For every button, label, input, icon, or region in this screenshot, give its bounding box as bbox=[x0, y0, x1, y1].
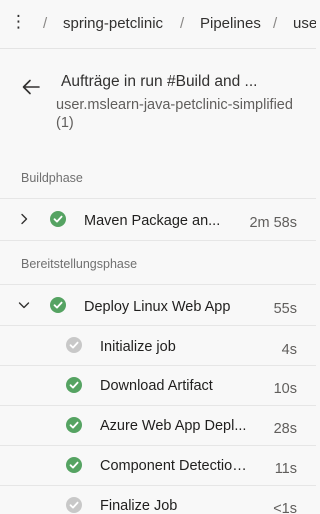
check-circle-icon bbox=[66, 457, 82, 473]
breadcrumb-bar: ⋮ / spring-petclinic / Pipelines / user.… bbox=[0, 0, 316, 48]
job-duration: 2m 58s bbox=[249, 215, 297, 231]
row-divider bbox=[0, 240, 316, 241]
step-duration: <1s bbox=[273, 501, 297, 514]
breadcrumb-separator: / bbox=[180, 15, 185, 32]
step-label: Finalize Job bbox=[100, 498, 178, 514]
job-duration: 55s bbox=[273, 301, 297, 317]
row-divider bbox=[0, 198, 316, 199]
page-title: Aufträge in run #Build and ... bbox=[61, 73, 258, 90]
job-label: Deploy Linux Web App bbox=[84, 299, 231, 315]
header-divider bbox=[0, 48, 316, 49]
row-divider bbox=[0, 284, 316, 285]
more-actions-icon[interactable]: ⋮ bbox=[10, 12, 27, 32]
chevron-right-icon[interactable] bbox=[18, 213, 30, 225]
job-label: Maven Package an... bbox=[84, 213, 221, 229]
step-duration: 10s bbox=[273, 381, 297, 397]
check-circle-icon bbox=[50, 297, 66, 313]
step-row[interactable]: Initialize job 4s bbox=[0, 326, 316, 366]
step-label: Download Artifact bbox=[100, 378, 213, 394]
step-duration: 28s bbox=[273, 421, 297, 437]
check-circle-grey-icon bbox=[66, 497, 82, 513]
step-row[interactable]: Download Artifact 10s bbox=[0, 366, 316, 406]
step-row[interactable]: Finalize Job <1s bbox=[0, 486, 316, 514]
breadcrumb-pipeline[interactable]: user.mslearn-java-petclinic-simplified bbox=[293, 15, 316, 32]
breadcrumb-separator: / bbox=[43, 15, 48, 32]
check-circle-icon bbox=[50, 211, 66, 227]
check-circle-icon bbox=[66, 417, 82, 433]
step-label: Component Detection... bbox=[100, 458, 250, 474]
breadcrumb-separator: / bbox=[273, 15, 278, 32]
step-duration: 11s bbox=[274, 461, 297, 477]
check-circle-grey-icon bbox=[66, 337, 82, 353]
stage-label-build: Buildphase bbox=[21, 171, 83, 185]
step-row[interactable]: Azure Web App Depl... 28s bbox=[0, 406, 316, 446]
check-circle-icon bbox=[66, 377, 82, 393]
step-label: Initialize job bbox=[100, 339, 176, 355]
stage-label-deploy: Bereitstellungsphase bbox=[21, 257, 138, 271]
breadcrumb-pipelines[interactable]: Pipelines bbox=[200, 15, 261, 32]
chevron-down-icon[interactable] bbox=[18, 299, 30, 311]
breadcrumb-project[interactable]: spring-petclinic bbox=[63, 15, 163, 32]
page-subtitle: user.mslearn-java-petclinic-simplified (… bbox=[56, 97, 293, 131]
arrow-left-icon[interactable] bbox=[20, 76, 42, 98]
step-duration: 4s bbox=[281, 342, 297, 358]
step-label: Azure Web App Depl... bbox=[100, 418, 247, 434]
job-row[interactable]: Maven Package an... 2m 58s bbox=[0, 200, 316, 240]
job-row[interactable]: Deploy Linux Web App 55s bbox=[0, 286, 316, 326]
step-row[interactable]: Component Detection... 11s bbox=[0, 446, 316, 486]
